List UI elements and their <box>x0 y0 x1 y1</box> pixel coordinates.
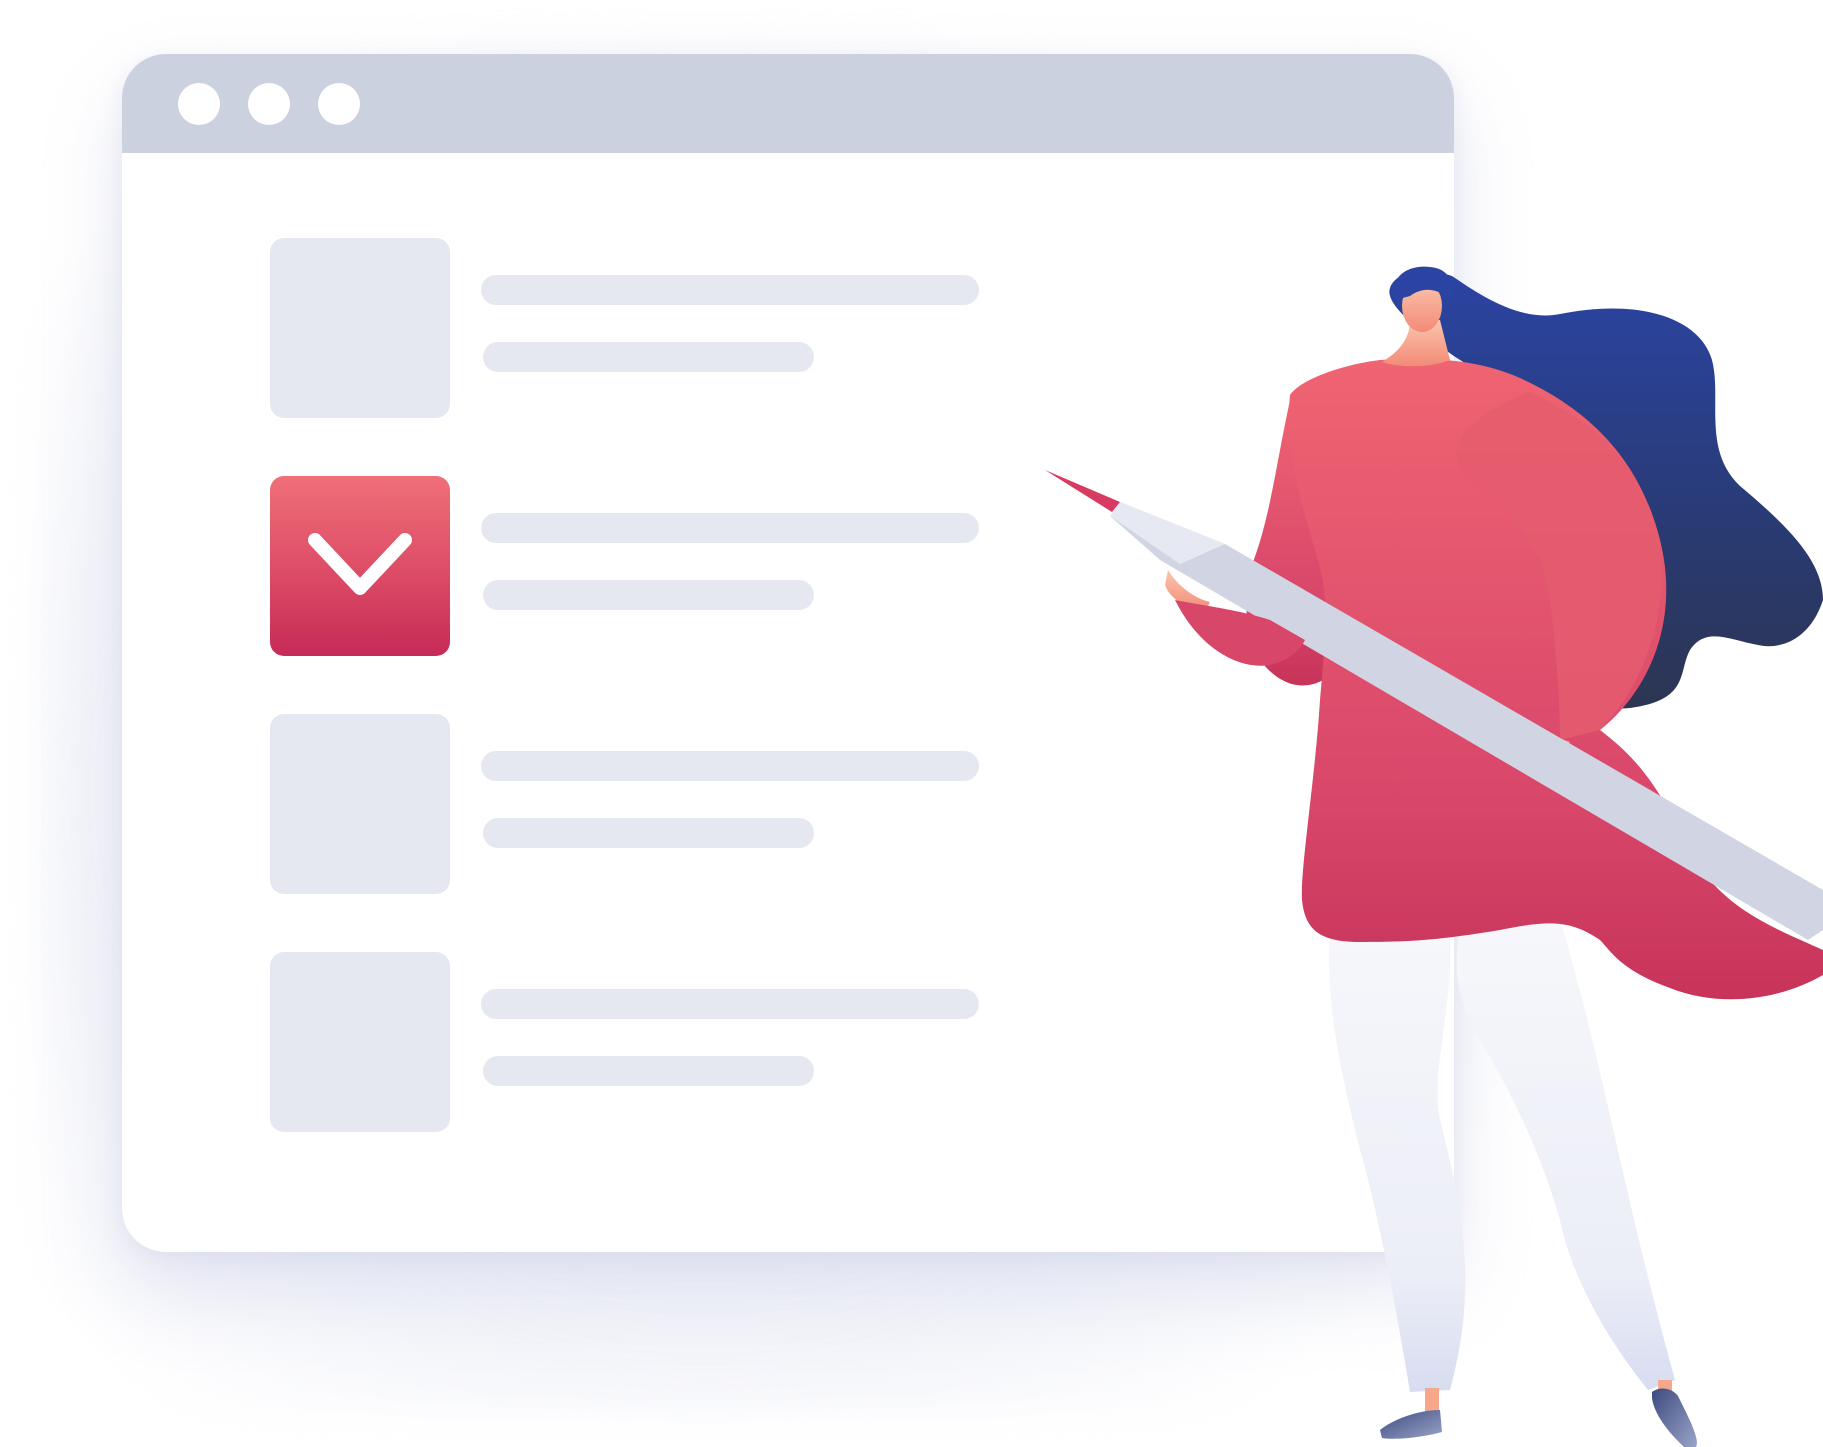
illustration-canvas <box>0 0 1823 1447</box>
woman-with-pencil-illustration <box>1045 266 1823 1447</box>
shoe-icon <box>1652 1388 1697 1447</box>
front-leg <box>1329 930 1466 1392</box>
back-leg <box>1456 920 1675 1390</box>
shoe-icon <box>1380 1410 1442 1439</box>
